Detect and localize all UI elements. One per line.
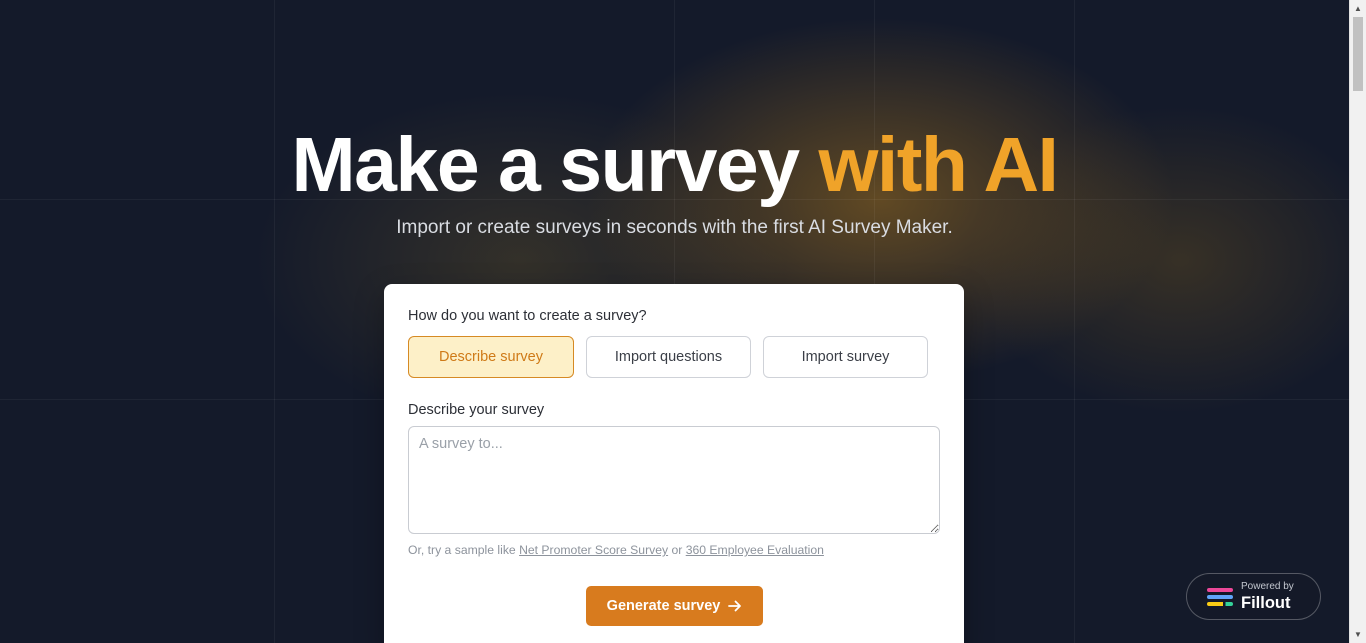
fillout-brand-text: Fillout bbox=[1241, 593, 1291, 612]
sample-or: or bbox=[668, 543, 686, 557]
scroll-up-icon[interactable]: ▲ bbox=[1350, 0, 1366, 17]
describe-survey-button[interactable]: Describe survey bbox=[408, 336, 574, 378]
page-title: Make a survey with AI bbox=[0, 122, 1349, 208]
fillout-logo-icon bbox=[1207, 587, 1233, 606]
import-questions-button[interactable]: Import questions bbox=[586, 336, 751, 378]
scroll-down-icon[interactable]: ▼ bbox=[1350, 626, 1366, 643]
import-survey-button[interactable]: Import survey bbox=[763, 336, 928, 378]
title-main: Make a survey bbox=[291, 122, 819, 208]
page-scrollbar[interactable]: ▲ ▼ bbox=[1349, 0, 1366, 643]
powered-by-fillout-badge[interactable]: Powered by Fillout bbox=[1186, 573, 1321, 620]
generate-survey-button[interactable]: Generate survey bbox=[586, 586, 763, 626]
grid-line bbox=[1074, 0, 1075, 643]
describe-survey-label: Describe your survey bbox=[408, 402, 545, 418]
survey-creator-card: How do you want to create a survey? Desc… bbox=[384, 284, 964, 643]
arrow-right-icon bbox=[728, 599, 742, 613]
360-evaluation-sample-link[interactable]: 360 Employee Evaluation bbox=[686, 543, 824, 557]
scroll-thumb[interactable] bbox=[1353, 17, 1363, 91]
describe-survey-textarea[interactable] bbox=[408, 426, 940, 534]
sample-suggestions: Or, try a sample like Net Promoter Score… bbox=[408, 543, 824, 557]
powered-by-text: Powered by bbox=[1241, 580, 1294, 592]
grid-line bbox=[274, 0, 275, 643]
title-accent: with AI bbox=[818, 122, 1059, 208]
creation-method-question: How do you want to create a survey? bbox=[408, 308, 647, 324]
sample-prefix: Or, try a sample like bbox=[408, 543, 520, 557]
generate-survey-label: Generate survey bbox=[606, 598, 721, 614]
page-subtitle: Import or create surveys in seconds with… bbox=[396, 217, 953, 238]
nps-sample-link[interactable]: Net Promoter Score Survey bbox=[519, 543, 668, 557]
